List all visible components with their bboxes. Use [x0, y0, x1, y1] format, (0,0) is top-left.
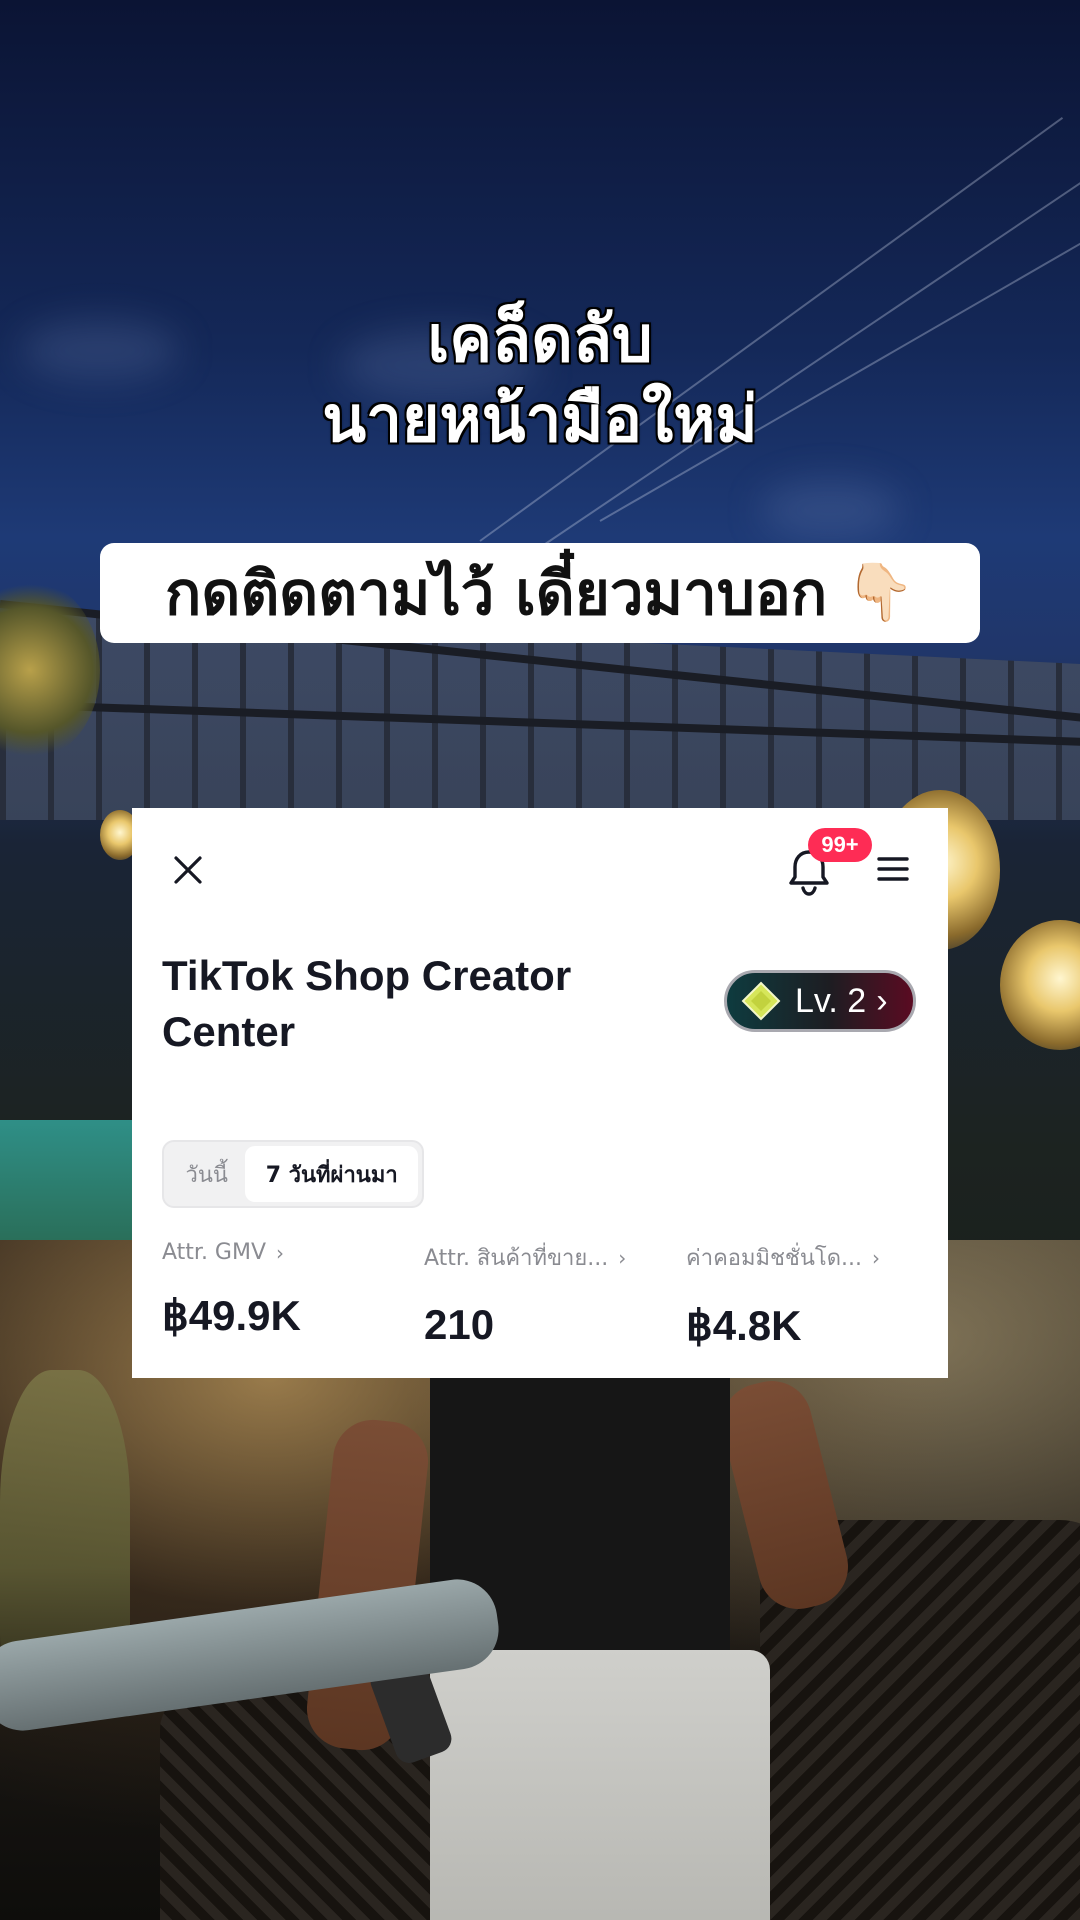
menu-button[interactable] [876, 852, 910, 886]
creator-center-card: 99+ TikTok Shop Creator Center Lv. 2 › ว… [132, 808, 948, 1378]
notification-badge: 99+ [808, 828, 872, 862]
headline-line-1: เคล็ดลับ [427, 303, 653, 377]
pointing-down-icon: 👇🏻 [845, 560, 915, 625]
metric-label: ค่าคอมมิชชั่นโด... [686, 1246, 862, 1271]
level-label: Lv. 2 [795, 981, 867, 1020]
video-headline: เคล็ดลับ นายหน้ามือใหม่ [0, 300, 1080, 460]
metric-gmv[interactable]: Attr. GMV › ฿49.9K [162, 1240, 392, 1340]
metric-label: Attr. สินค้าที่ขาย... [424, 1246, 609, 1271]
tab-today[interactable]: วันนี้ [168, 1146, 245, 1202]
chevron-right-icon: › [876, 981, 888, 1020]
tab-last-7-days[interactable]: 7 วันที่ผ่านมา [245, 1146, 418, 1202]
metric-value: 210 [424, 1301, 495, 1348]
period-selector: วันนี้ 7 วันที่ผ่านมา [162, 1140, 424, 1208]
chevron-right-icon: › [872, 1245, 880, 1270]
close-button[interactable] [162, 844, 214, 896]
headline-line-2: นายหน้ามือใหม่ [322, 383, 758, 457]
chevron-right-icon: › [276, 1240, 285, 1265]
metric-value: ฿49.9K [162, 1292, 301, 1339]
metric-label: Attr. GMV [162, 1240, 267, 1265]
chevron-right-icon: › [618, 1245, 627, 1270]
diamond-icon [741, 981, 781, 1021]
metric-items-sold[interactable]: Attr. สินค้าที่ขาย... › 210 [424, 1240, 654, 1349]
page-title: TikTok Shop Creator Center [162, 952, 572, 1055]
metric-value: ฿4.8K [686, 1302, 802, 1349]
follow-banner: กดติดตามไว้ เดี๋ยวมาบอก 👇🏻 [100, 543, 980, 643]
close-icon [174, 856, 202, 884]
follow-banner-text: กดติดตามไว้ เดี๋ยวมาบอก [165, 558, 828, 629]
metric-commission[interactable]: ค่าคอมมิชชั่นโด... › ฿4.8K [686, 1240, 916, 1350]
hamburger-menu-icon [877, 857, 909, 881]
level-badge-button[interactable]: Lv. 2 › [724, 970, 916, 1032]
